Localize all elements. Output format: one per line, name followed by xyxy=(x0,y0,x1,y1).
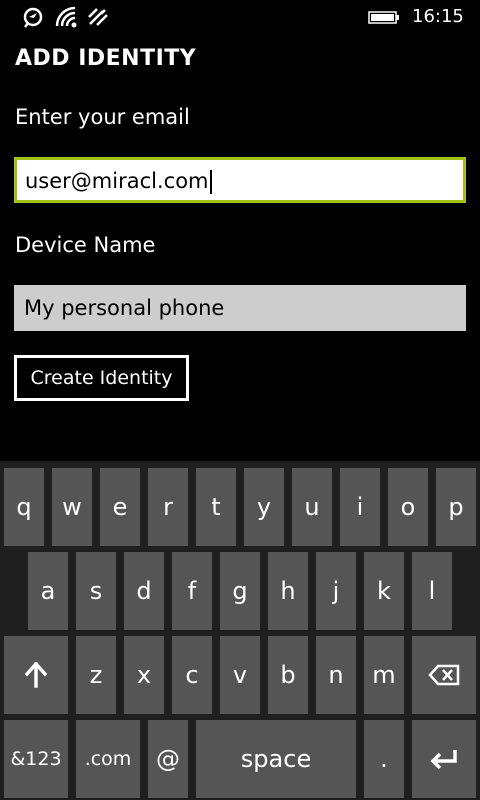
period-key[interactable]: . xyxy=(364,720,404,798)
key-t[interactable]: t xyxy=(196,468,236,546)
key-a[interactable]: a xyxy=(28,552,68,630)
data-connection-icon xyxy=(86,6,110,28)
key-y[interactable]: y xyxy=(244,468,284,546)
symbols-key[interactable]: &123 xyxy=(4,720,68,798)
shift-key[interactable] xyxy=(4,636,68,714)
key-z[interactable]: z xyxy=(76,636,116,714)
on-screen-keyboard: q w e r t y u i o p a s d f g h j k l z … xyxy=(0,461,480,800)
key-k[interactable]: k xyxy=(364,552,404,630)
key-g[interactable]: g xyxy=(220,552,260,630)
key-w[interactable]: w xyxy=(52,468,92,546)
key-r[interactable]: r xyxy=(148,468,188,546)
key-i[interactable]: i xyxy=(340,468,380,546)
space-key[interactable]: space xyxy=(196,720,356,798)
key-n[interactable]: n xyxy=(316,636,356,714)
key-s[interactable]: s xyxy=(76,552,116,630)
key-m[interactable]: m xyxy=(364,636,404,714)
key-d[interactable]: d xyxy=(124,552,164,630)
at-key[interactable]: @ xyxy=(148,720,188,798)
email-label: Enter your email xyxy=(15,105,190,129)
status-bar: 16:15 xyxy=(0,0,480,36)
device-name-label: Device Name xyxy=(15,233,156,257)
key-j[interactable]: j xyxy=(316,552,356,630)
key-x[interactable]: x xyxy=(124,636,164,714)
text-caret xyxy=(209,170,212,194)
key-v[interactable]: v xyxy=(220,636,260,714)
backspace-icon xyxy=(428,664,460,686)
key-p[interactable]: p xyxy=(436,468,476,546)
enter-key[interactable] xyxy=(412,720,476,798)
device-name-field[interactable]: My personal phone xyxy=(14,285,466,331)
enter-icon xyxy=(430,748,458,770)
key-e[interactable]: e xyxy=(100,468,140,546)
location-icon xyxy=(22,6,46,28)
key-b[interactable]: b xyxy=(268,636,308,714)
key-l[interactable]: l xyxy=(412,552,452,630)
device-name-value: My personal phone xyxy=(24,296,225,320)
email-field[interactable]: user@miracl.com xyxy=(14,157,466,203)
battery-icon xyxy=(368,11,399,24)
clock: 16:15 xyxy=(412,6,464,27)
email-value: user@miracl.com xyxy=(25,169,209,193)
key-f[interactable]: f xyxy=(172,552,212,630)
wifi-icon xyxy=(55,6,79,28)
key-h[interactable]: h xyxy=(268,552,308,630)
key-q[interactable]: q xyxy=(4,468,44,546)
key-u[interactable]: u xyxy=(292,468,332,546)
key-c[interactable]: c xyxy=(172,636,212,714)
shift-arrow-icon xyxy=(25,662,47,688)
key-o[interactable]: o xyxy=(388,468,428,546)
page-title: ADD IDENTITY xyxy=(15,46,197,71)
dotcom-key[interactable]: .com xyxy=(76,720,140,798)
create-identity-button[interactable]: Create Identity xyxy=(14,355,189,401)
backspace-key[interactable] xyxy=(412,636,476,714)
